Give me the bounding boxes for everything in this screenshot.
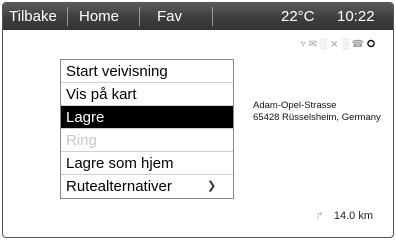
infotainment-screen: Tilbake Home Fav 22°C 10:22 ▿✉░⨯░☎⭘ Star… bbox=[2, 2, 394, 238]
top-bar: Tilbake Home Fav 22°C 10:22 bbox=[3, 3, 393, 30]
menu-item-show-on-map[interactable]: Vis på kart bbox=[61, 83, 233, 106]
chevron-right-icon: ❯ bbox=[207, 180, 217, 192]
context-menu: Start veivisning Vis på kart Lagre Ring … bbox=[60, 59, 234, 199]
address-city: 65428 Rüsselsheim, Germany bbox=[253, 112, 381, 123]
menu-item-call: Ring bbox=[61, 129, 233, 152]
signal-weak-icon: ░ bbox=[341, 39, 352, 50]
destination-address: Adam-Opel-Strasse 65428 Rüsselsheim, Ger… bbox=[253, 100, 381, 124]
distance-indicator: ↱ 14.0 km bbox=[315, 210, 373, 222]
menu-item-label: Vis på kart bbox=[66, 86, 137, 103]
temperature-display: 22°C bbox=[281, 8, 315, 25]
menu-item-label: Start veivisning bbox=[66, 63, 168, 80]
home-button[interactable]: Home bbox=[79, 8, 119, 25]
bluetooth-icon: ⭘ bbox=[367, 39, 375, 50]
menu-item-label: Ring bbox=[66, 132, 97, 149]
address-street: Adam-Opel-Strasse bbox=[253, 100, 337, 111]
menu-item-start-guidance[interactable]: Start veivisning bbox=[61, 60, 233, 83]
fav-button[interactable]: Fav bbox=[157, 8, 182, 25]
menu-item-save-as-home[interactable]: Lagre som hjem bbox=[61, 152, 233, 175]
route-arrow-icon: ↱ bbox=[315, 211, 324, 222]
topbar-divider bbox=[67, 7, 68, 26]
clock-display: 10:22 bbox=[337, 8, 375, 25]
wifi-icon: ▿ bbox=[300, 39, 309, 50]
menu-item-label: Lagre som hjem bbox=[66, 155, 174, 172]
menu-item-label: Lagre bbox=[66, 109, 105, 126]
phone-icon: ☎ bbox=[351, 39, 367, 50]
back-button[interactable]: Tilbake bbox=[9, 8, 57, 25]
topbar-divider bbox=[139, 7, 140, 26]
mail-icon: ✉ bbox=[308, 39, 320, 50]
topbar-divider bbox=[212, 7, 213, 26]
menu-item-save[interactable]: Lagre bbox=[61, 106, 233, 129]
status-icons: ▿✉░⨯░☎⭘ bbox=[301, 39, 375, 50]
menu-item-label: Rutealternativer bbox=[66, 178, 172, 195]
distance-value: 14.0 km bbox=[333, 210, 373, 222]
menu-item-route-options[interactable]: Rutealternativer ❯ bbox=[61, 175, 233, 198]
signal-icon: ░ bbox=[319, 39, 331, 50]
shuffle-icon: ⨯ bbox=[330, 39, 342, 50]
